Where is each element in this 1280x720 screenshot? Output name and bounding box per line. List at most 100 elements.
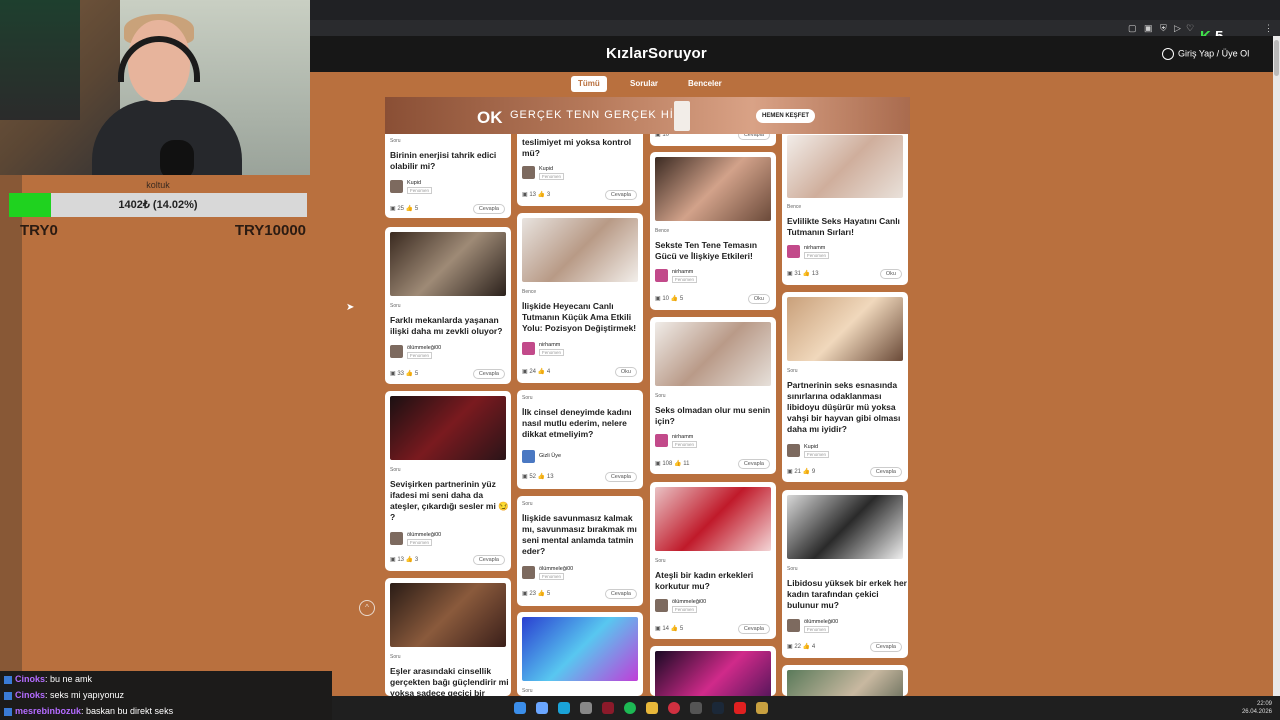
browser-tab-bar[interactable] [310, 0, 1280, 20]
question-card[interactable]: Bence İlişkide Heyecanı Canlı Tutmanın K… [517, 213, 643, 383]
question-card[interactable]: Soru Ateşli bir kadın erkekleri korkutur… [650, 482, 776, 639]
like-icon: 👍 [802, 271, 811, 277]
read-button[interactable]: Oku [747, 294, 770, 304]
author-name: nirhamm [672, 434, 694, 440]
answer-button[interactable]: Cevapla [737, 459, 770, 469]
comment-count: 10 [662, 296, 670, 302]
comment-count: 52 [529, 474, 537, 480]
site-logo[interactable]: KızlarSoruyor [606, 45, 707, 62]
opera-icon[interactable] [602, 702, 614, 714]
ad-banner[interactable]: OK GERÇEK TENN GERÇEK HİS HEMEN KEŞFET [385, 97, 910, 134]
steam-icon[interactable] [712, 702, 724, 714]
author-role: Fenomen [539, 573, 565, 580]
like-count: 5 [679, 296, 684, 302]
avatar [787, 444, 800, 457]
question-card[interactable]: Bence Evlilikte Seks Hayatını Canlı Tutm… [782, 110, 908, 285]
like-icon: 👍 [405, 557, 414, 563]
edge-icon[interactable] [558, 702, 570, 714]
author-name: nirhamm [539, 342, 561, 348]
tab-questions[interactable]: Sorular [623, 76, 665, 92]
scroll-top-button[interactable]: ^ [359, 600, 375, 616]
author-role: Fenomen [407, 352, 433, 359]
answer-button[interactable]: Cevapla [472, 555, 505, 565]
question-card[interactable] [650, 646, 776, 696]
card-image [390, 232, 506, 296]
clock[interactable]: 22:09 26.04.2026 [1242, 700, 1272, 716]
app-icon[interactable] [734, 702, 746, 714]
answer-button[interactable]: Cevapla [737, 624, 770, 634]
avatar [787, 619, 800, 632]
comment-icon: ▣ [787, 469, 793, 475]
question-card[interactable]: Soru İlk cinsel deneyimde kadını nasıl m… [517, 390, 643, 489]
app-icon[interactable] [580, 702, 592, 714]
comment-icon: ▣ [787, 644, 793, 650]
chat-username: Cinoks [15, 674, 46, 684]
copilot-icon[interactable] [536, 702, 548, 714]
extension-icon[interactable]: ▢ [1128, 23, 1137, 34]
answer-button[interactable]: Cevapla [472, 369, 505, 379]
login-link[interactable]: Giriş Yap / Üye Ol [1162, 48, 1249, 60]
card-title: Sekste Ten Tene Temasın Gücü ve İlişkiye… [655, 240, 758, 261]
folder-icon[interactable] [646, 702, 658, 714]
answer-button[interactable]: Cevapla [604, 589, 637, 599]
author-role: Fenomen [672, 441, 698, 448]
chat-badge-icon [4, 707, 12, 716]
question-card[interactable]: Soru Farklı mekanlarda yaşanan ilişki da… [385, 227, 511, 384]
comment-icon: ▣ [655, 296, 661, 302]
comment-count: 22 [794, 644, 802, 650]
browser-toolbar[interactable]: ▢ ▣ ⛨ ▷ ♡ ⋮ [310, 20, 1280, 36]
avatar [390, 345, 403, 358]
card-image [655, 487, 771, 551]
menu-dots-icon[interactable]: ⋮ [1264, 23, 1273, 34]
opera-gx-icon[interactable] [668, 702, 680, 714]
answer-button[interactable]: Cevapla [869, 467, 902, 477]
heart-icon[interactable]: ♡ [1186, 23, 1194, 34]
read-button[interactable]: Oku [879, 269, 902, 279]
obs-icon[interactable] [690, 702, 702, 714]
page-scrollbar-thumb[interactable] [1274, 40, 1279, 76]
card-title: Libidosu yüksek bir erkek her kadın tara… [787, 578, 907, 610]
like-icon: 👍 [802, 469, 811, 475]
overlay-side-strip [0, 175, 22, 671]
question-card[interactable]: Soru İlişkide savunmasız kalmak mı, savu… [517, 496, 643, 606]
answer-button[interactable]: Cevapla [604, 472, 637, 482]
play-icon[interactable]: ▷ [1174, 23, 1181, 34]
question-card[interactable]: Soru Partnerinin seks esnasında sınırlar… [782, 292, 908, 482]
answer-button[interactable]: Cevapla [604, 190, 637, 200]
avatar [522, 342, 535, 355]
question-card[interactable]: Soru Seks olmadan olur mu senin için? ni… [650, 317, 776, 474]
question-card[interactable]: Soru Eşler arasındaki cinsellik gerçekte… [385, 578, 511, 696]
question-card[interactable] [782, 665, 908, 696]
avatar [787, 245, 800, 258]
card-title: Evlilikte Seks Hayatını Canlı Tutmanın S… [787, 216, 900, 237]
question-card[interactable]: Bence Sekste Ten Tene Temasın Gücü ve İl… [650, 152, 776, 310]
page-scrollbar[interactable] [1273, 36, 1280, 696]
tab-all[interactable]: Tümü [571, 76, 607, 92]
anonymous-user-icon [522, 450, 535, 463]
start-icon[interactable] [514, 702, 526, 714]
extension-icon[interactable]: ▣ [1144, 23, 1153, 34]
card-image [390, 396, 506, 460]
question-card[interactable]: Soru Libidosu yüksek bir erkek her kadın… [782, 490, 908, 658]
question-card[interactable]: Soru [517, 612, 643, 696]
banner-cta-button[interactable]: HEMEN KEŞFET [756, 109, 816, 123]
card-stats: ▣ 22 👍 4 [787, 643, 815, 650]
answer-button[interactable]: Cevapla [869, 642, 902, 652]
question-card[interactable]: Soru Sevişirken partnerinin yüz ifadesi … [385, 391, 511, 571]
os-taskbar: 22:09 26.04.2026 [332, 696, 1280, 720]
spotify-icon[interactable] [624, 702, 636, 714]
avatar [655, 599, 668, 612]
like-icon: 👍 [670, 626, 679, 632]
read-button[interactable]: Oku [614, 367, 637, 377]
comment-count: 23 [529, 591, 537, 597]
card-stats: ▣ 13 👍 3 [390, 556, 418, 563]
card-title: teslimiyet mi yoksa kontrol mü? [522, 137, 632, 158]
shield-icon[interactable]: ⛨ [1160, 23, 1167, 34]
author-name: nirhamm [804, 245, 826, 251]
card-image [787, 670, 903, 696]
tab-opinions[interactable]: Benceler [681, 76, 729, 92]
avatar [390, 180, 403, 193]
card-type: Bence [655, 228, 670, 234]
answer-button[interactable]: Cevapla [472, 204, 505, 214]
game-icon[interactable] [756, 702, 768, 714]
